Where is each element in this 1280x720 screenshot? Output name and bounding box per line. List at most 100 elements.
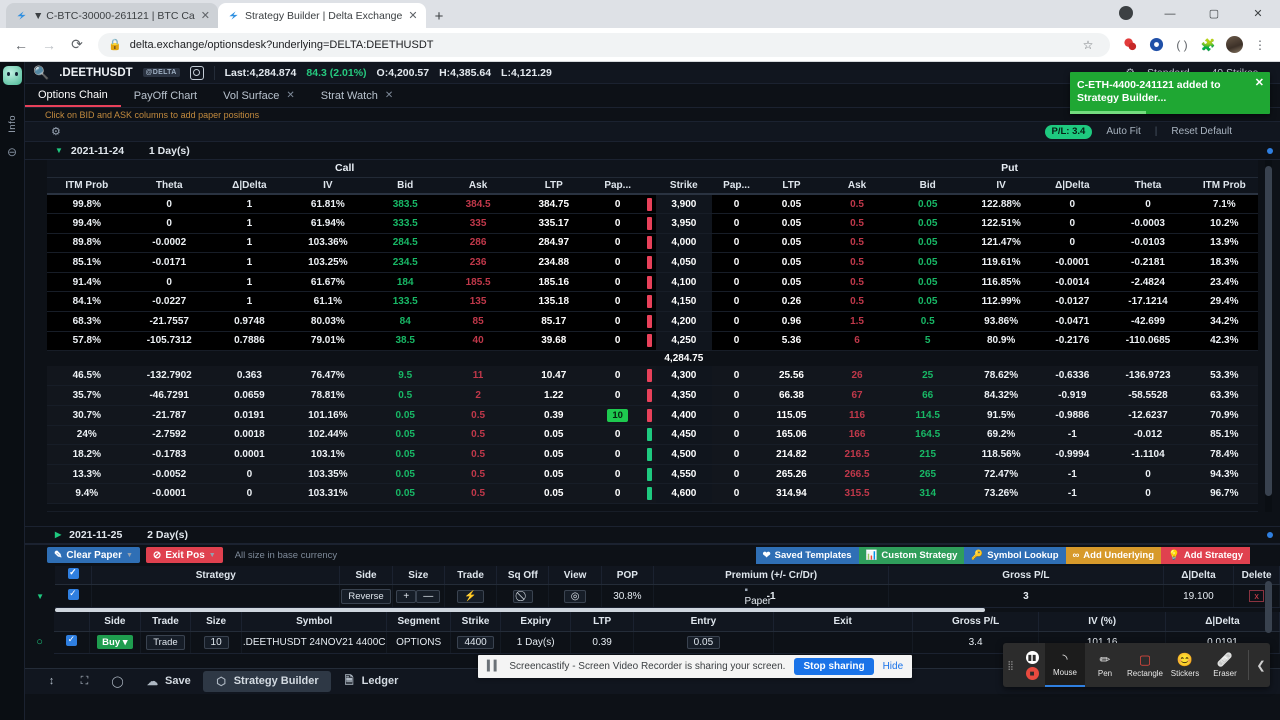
cell-call-2[interactable]: 1 <box>211 272 287 293</box>
cell-put-0[interactable]: 0 <box>711 272 762 293</box>
cell-call-4[interactable]: 0.05 <box>368 483 442 504</box>
cell-put-5[interactable]: -0.0014 <box>1039 272 1106 293</box>
cell-put-6[interactable]: -0.0003 <box>1105 213 1191 234</box>
leg-entry-input[interactable]: 0.05 <box>686 635 721 649</box>
cell-put-5[interactable]: -1 <box>1039 464 1106 485</box>
select-all-checkbox[interactable] <box>67 567 79 580</box>
stop-icon[interactable]: ■ <box>1025 666 1039 680</box>
cell-call-1[interactable]: -0.0001 <box>126 483 212 504</box>
cell-put-5[interactable]: 0 <box>1039 213 1106 234</box>
cell-call-5[interactable]: 185.5 <box>441 272 515 293</box>
circle-icon[interactable]: ◯ <box>111 675 124 688</box>
cell-call-4[interactable]: 0.05 <box>368 444 442 465</box>
cell-call-4[interactable]: 383.5 <box>368 194 442 215</box>
cell-put-0[interactable]: 0 <box>711 464 762 485</box>
cell-put-6[interactable]: -1.1104 <box>1105 444 1191 465</box>
cell-call-6[interactable]: 335.17 <box>514 213 594 234</box>
col-put-itmprob[interactable]: ITM Prob <box>1190 177 1258 195</box>
cell-call-0[interactable]: 91.4% <box>47 272 127 293</box>
col-put-iv[interactable]: IV <box>963 177 1040 195</box>
cell-put-3[interactable]: 215 <box>892 444 964 465</box>
cell-put-2[interactable]: 6 <box>821 331 893 352</box>
cell-put-0[interactable]: 0 <box>711 291 762 313</box>
reload-icon[interactable]: ⟳ <box>64 32 90 58</box>
cell-call-5[interactable]: 40 <box>441 331 515 352</box>
cell-strike[interactable]: 3,950 <box>655 213 712 234</box>
cell-strike[interactable]: 4,050 <box>655 252 712 273</box>
cell-put-4[interactable]: 112.99% <box>963 291 1040 313</box>
cell-call-7[interactable]: 0 <box>593 213 643 234</box>
cell-put-1[interactable]: 314.94 <box>761 483 822 504</box>
cell-call-1[interactable]: -0.0002 <box>126 233 212 254</box>
cell-call-0[interactable]: 46.5% <box>47 366 127 387</box>
add-strategy-button[interactable]: 💡 Add Strategy <box>1161 546 1250 564</box>
row-checkbox[interactable] <box>67 588 79 601</box>
cell-put-7[interactable]: 29.4% <box>1190 291 1258 313</box>
cell-call-3[interactable]: 61.1% <box>286 291 369 313</box>
tab-payoff-chart[interactable]: PayOff Chart <box>121 84 210 107</box>
symbol-name[interactable]: .DEETHUSDT <box>59 67 132 79</box>
close-icon[interactable]: ✕ <box>1255 77 1264 90</box>
cell-call-3[interactable]: 61.67% <box>286 272 369 293</box>
cell-strike[interactable]: 4,300 <box>655 366 712 387</box>
size-increase-button[interactable]: + <box>396 589 417 603</box>
leg-size-input[interactable]: 10 <box>203 635 229 649</box>
expiry-row-closed[interactable]: ▶ 2021-11-25 2 Day(s) <box>25 525 1280 544</box>
cell-call-6[interactable]: 0.05 <box>514 425 594 446</box>
cell-call-7[interactable]: 0 <box>593 233 643 254</box>
cell-put-2[interactable]: 0.5 <box>821 194 893 215</box>
bookmark-star-icon[interactable]: ☆ <box>1076 33 1100 57</box>
col-call-ask[interactable]: Ask <box>441 177 515 195</box>
profile-avatar[interactable] <box>1222 33 1246 57</box>
cell-call-5[interactable]: 0.5 <box>441 464 515 485</box>
cell-call-0[interactable]: 30.7% <box>47 405 127 426</box>
cell-call-6[interactable]: 185.16 <box>514 272 594 293</box>
tab-options-chain[interactable]: Options Chain <box>25 84 121 107</box>
cell-call-1[interactable]: -0.0171 <box>126 252 212 273</box>
chain-scroll-thumb[interactable] <box>1265 166 1272 496</box>
chain-row[interactable]: 57.8% -105.7312 0.7886 79.01% 38.5 40 39.68 0 4,… <box>47 331 1258 352</box>
cell-call-6[interactable]: 0.05 <box>514 444 594 465</box>
cell-call-0[interactable]: 89.8% <box>47 233 127 254</box>
browser-tab-2[interactable]: Strategy Builder | Delta Exchange ✕ <box>217 3 426 28</box>
expiry-row-open[interactable]: ▼ 2021-11-24 1 Day(s) <box>25 142 1280 160</box>
cell-put-3[interactable]: 25 <box>892 366 964 387</box>
cell-put-7[interactable]: 18.3% <box>1190 252 1258 273</box>
cell-call-4[interactable]: 0.5 <box>368 385 442 406</box>
cell-call-3[interactable]: 80.03% <box>286 311 369 332</box>
cell-call-6[interactable]: 10.47 <box>514 366 594 387</box>
cell-call-1[interactable]: -2.7592 <box>126 425 212 446</box>
cell-put-5[interactable]: -0.0001 <box>1039 252 1106 273</box>
cell-strike[interactable]: 4,550 <box>655 464 712 485</box>
drag-grip-icon[interactable]: ⣿ <box>1003 643 1019 687</box>
lightning-icon[interactable]: ⚡ <box>457 589 484 603</box>
col-call-ltp[interactable]: LTP <box>514 177 594 195</box>
cell-call-6[interactable]: 234.88 <box>514 252 594 273</box>
cell-call-3[interactable]: 79.01% <box>286 331 369 352</box>
cell-put-0[interactable]: 0 <box>711 425 762 446</box>
cell-call-1[interactable]: -132.7902 <box>126 366 212 387</box>
cell-put-3[interactable]: 0.05 <box>892 291 964 313</box>
delta-logo[interactable] <box>2 66 22 85</box>
cell-put-6[interactable]: -0.2181 <box>1105 252 1191 273</box>
cell-put-7[interactable]: 70.9% <box>1190 405 1258 426</box>
snapshot-icon[interactable] <box>189 65 204 80</box>
cell-call-0[interactable]: 99.4% <box>47 213 127 234</box>
cell-strike[interactable]: 4,000 <box>655 233 712 254</box>
cell-put-0[interactable]: 0 <box>711 194 762 215</box>
cell-put-3[interactable]: 265 <box>892 464 964 485</box>
close-icon[interactable]: ✕ <box>385 90 393 101</box>
cell-call-4[interactable]: 184 <box>368 272 442 293</box>
cell-call-2[interactable]: 0 <box>211 483 287 504</box>
cell-put-0[interactable]: 0 <box>711 444 762 465</box>
col-call-theta[interactable]: Theta <box>126 177 212 195</box>
reset-default-button[interactable]: Reset Default <box>1171 126 1232 137</box>
cell-put-4[interactable]: 122.51% <box>963 213 1040 234</box>
cell-put-0[interactable]: 0 <box>711 331 762 352</box>
chevron-down-icon[interactable]: ▼ <box>36 592 44 601</box>
clear-paper-button[interactable]: ✎ Clear Paper ▼ <box>47 547 140 564</box>
cell-call-2[interactable]: 0.7886 <box>211 331 287 352</box>
cell-call-6[interactable]: 0.05 <box>514 464 594 485</box>
leg-strike-input[interactable]: 4400 <box>457 635 494 649</box>
cell-call-4[interactable]: 333.5 <box>368 213 442 234</box>
